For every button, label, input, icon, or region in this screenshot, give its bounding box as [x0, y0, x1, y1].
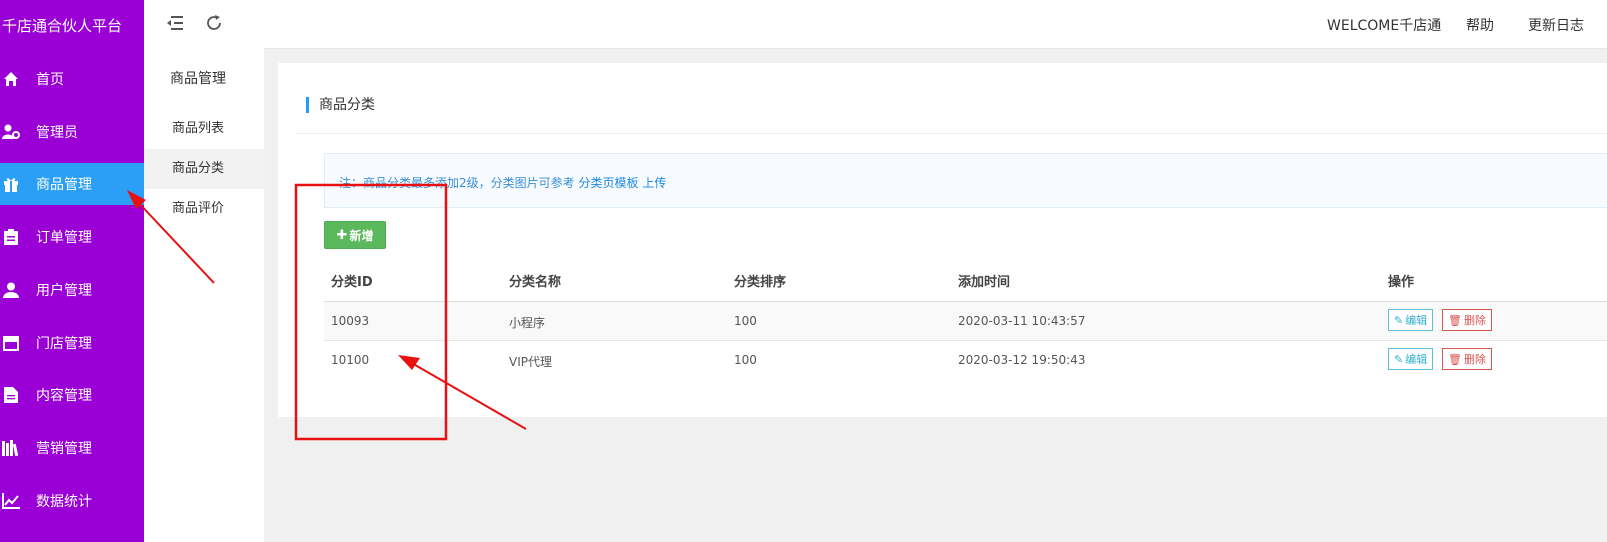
- welcome-text: WELCOME千店通: [1327, 18, 1442, 34]
- upload-link[interactable]: 上传: [642, 176, 666, 190]
- column-header-time: 添加时间: [958, 275, 1011, 290]
- edit-label: 编辑: [1405, 353, 1428, 366]
- sidebar-item-products[interactable]: 商品管理: [0, 163, 144, 205]
- delete-button[interactable]: 🗑 删除: [1442, 309, 1492, 331]
- sidebar-item-orders[interactable]: 订单管理: [0, 216, 144, 258]
- sidebar-item-label: 首页: [36, 72, 64, 88]
- changelog-link[interactable]: 更新日志: [1528, 15, 1584, 35]
- document-icon: [2, 386, 20, 404]
- plus-icon: ✚: [336, 227, 348, 243]
- delete-label: 删除: [1463, 314, 1486, 327]
- brand-title: 千店通合伙人平台: [2, 17, 123, 35]
- home-icon: [2, 70, 20, 88]
- cell-sort: 100: [734, 353, 757, 367]
- sidebar-item-label: 数据统计: [36, 494, 92, 510]
- sidebar-item-admin[interactable]: 管理员: [0, 111, 144, 153]
- page-title: 商品分类: [306, 97, 375, 113]
- cell-time: 2020-03-11 10:43:57: [958, 314, 1086, 328]
- menu-collapse-icon[interactable]: [166, 14, 186, 34]
- trash-icon: 🗑: [1448, 313, 1462, 327]
- sidebar-item-content[interactable]: 内容管理: [0, 374, 144, 416]
- table-row: 10093 小程序 100 2020-03-11 10:43:57 ✎ 编辑 🗑 删…: [324, 302, 1607, 341]
- sidebar-item-home[interactable]: 首页: [0, 58, 144, 100]
- subnav-title: 商品管理: [170, 71, 226, 87]
- sidebar: 千店通合伙人平台 首页 管理员 商品管理 订单管理 用户管理 门店管理 内容管理…: [0, 0, 144, 542]
- column-header-sort: 分类排序: [734, 275, 787, 290]
- delete-button[interactable]: 🗑 删除: [1442, 348, 1492, 370]
- sidebar-item-stores[interactable]: 门店管理: [0, 322, 144, 364]
- column-header-name: 分类名称: [509, 275, 562, 290]
- sidebar-item-label: 营销管理: [36, 441, 92, 457]
- line-chart-icon: [2, 492, 20, 510]
- delete-label: 删除: [1463, 353, 1486, 366]
- help-link[interactable]: 帮助: [1466, 15, 1494, 35]
- template-link[interactable]: 分类页模板: [578, 176, 638, 190]
- books-icon: [2, 439, 20, 457]
- cell-name: VIP代理: [509, 355, 552, 369]
- menu-collapse-icon[interactable]: [430, 14, 450, 34]
- clipboard-icon: [2, 228, 20, 246]
- sub-navigation: 商品管理 商品列表 商品分类 商品评价: [144, 0, 264, 542]
- add-button-label: 新增: [349, 228, 374, 243]
- content-panel: 商品分类 注：商品分类最多添加2级，分类图片可参考 分类页模板 上传 ✚ 新增 …: [278, 63, 1607, 417]
- table-row: 10100 VIP代理 100 2020-03-12 19:50:43 ✎ 编辑 …: [324, 341, 1607, 379]
- subnav-item-product-reviews[interactable]: 商品评价: [144, 189, 264, 229]
- refresh-icon[interactable]: [205, 14, 225, 34]
- column-header-id: 分类ID: [331, 275, 373, 290]
- admin-user-icon: [2, 123, 20, 141]
- pencil-icon: ✎: [1394, 352, 1404, 366]
- sidebar-item-users[interactable]: 用户管理: [0, 269, 144, 311]
- sidebar-item-label: 内容管理: [36, 388, 92, 404]
- edit-button[interactable]: ✎ 编辑: [1388, 348, 1434, 370]
- cell-id: 10100: [331, 353, 370, 367]
- subnav-item-product-category[interactable]: 商品分类: [144, 149, 264, 189]
- edit-button[interactable]: ✎ 编辑: [1388, 309, 1434, 331]
- column-header-actions: 操作: [1388, 275, 1415, 290]
- sidebar-item-label: 门店管理: [36, 336, 92, 352]
- cell-time: 2020-03-12 19:50:43: [958, 353, 1086, 367]
- trash-icon: 🗑: [1448, 352, 1462, 366]
- cell-sort: 100: [734, 314, 757, 328]
- sidebar-item-statistics[interactable]: 数据统计: [0, 480, 144, 522]
- note-prefix: 注：商品分类最多添加2级，分类图片可参考: [339, 176, 575, 190]
- add-category-button[interactable]: ✚ 新增: [324, 221, 386, 249]
- cell-name: 小程序: [509, 316, 546, 330]
- cell-id: 10093: [331, 314, 370, 328]
- sidebar-item-label: 商品管理: [36, 177, 92, 193]
- note-text: 注：商品分类最多添加2级，分类图片可参考 分类页模板 上传: [339, 174, 666, 191]
- gift-icon: [2, 175, 20, 193]
- sidebar-item-label: 订单管理: [36, 230, 92, 246]
- edit-label: 编辑: [1405, 314, 1428, 327]
- sidebar-item-label: 管理员: [36, 125, 78, 141]
- sidebar-item-label: 用户管理: [36, 283, 92, 299]
- user-icon: [2, 281, 20, 299]
- info-note: 注：商品分类最多添加2级，分类图片可参考 分类页模板 上传: [324, 153, 1607, 208]
- sidebar-item-marketing[interactable]: 营销管理: [0, 427, 144, 469]
- subnav-item-product-list[interactable]: 商品列表: [144, 109, 264, 149]
- pencil-icon: ✎: [1394, 313, 1404, 327]
- store-icon: [2, 334, 20, 352]
- title-divider: [296, 133, 1607, 134]
